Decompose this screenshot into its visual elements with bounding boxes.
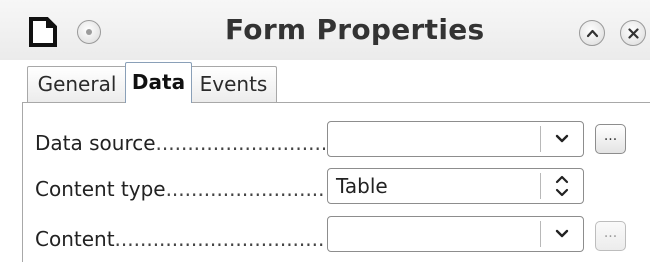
data-source-label-text: Data source [35,131,156,155]
chevron-down-icon [555,229,569,238]
data-source-label: Data source.............................… [35,128,325,158]
chevron-up-icon [586,29,599,38]
leader-dots: ........................................… [114,227,325,251]
tab-data[interactable]: Data [125,62,192,103]
content-type-spin[interactable] [541,169,583,203]
data-source-browse-button[interactable]: ... [595,124,626,154]
chevron-down-icon [555,134,569,143]
content-type-select[interactable]: Table [327,168,584,204]
content-type-label: Content type............................… [35,174,325,204]
tab-bar: General Data Events [22,62,622,103]
content-label-text: Content [35,227,115,251]
content-label: Content.................................… [35,224,325,254]
up-down-arrows-icon [555,175,569,197]
window-title: Form Properties [225,13,485,46]
close-icon [628,28,639,39]
title-bar[interactable]: Form Properties [0,0,650,60]
tab-general[interactable]: General [27,66,127,102]
document-icon [29,17,57,47]
leader-dots: ........................................… [165,177,325,201]
content-type-value: Table [336,174,388,198]
content-dropdown[interactable] [327,216,584,252]
data-source-dropdown[interactable] [327,121,584,157]
leader-dots: ........................................… [155,131,325,155]
shade-window-button[interactable] [579,20,605,46]
content-type-label-text: Content type [35,177,166,201]
data-source-dropdown-arrow[interactable] [541,122,583,156]
content-dropdown-arrow[interactable] [541,217,583,251]
content-browse-button[interactable]: ... [595,221,626,251]
close-window-button[interactable] [620,20,646,46]
window-menu-button[interactable] [77,20,101,44]
window-menu-icon [86,29,92,35]
tab-events[interactable]: Events [190,66,277,102]
